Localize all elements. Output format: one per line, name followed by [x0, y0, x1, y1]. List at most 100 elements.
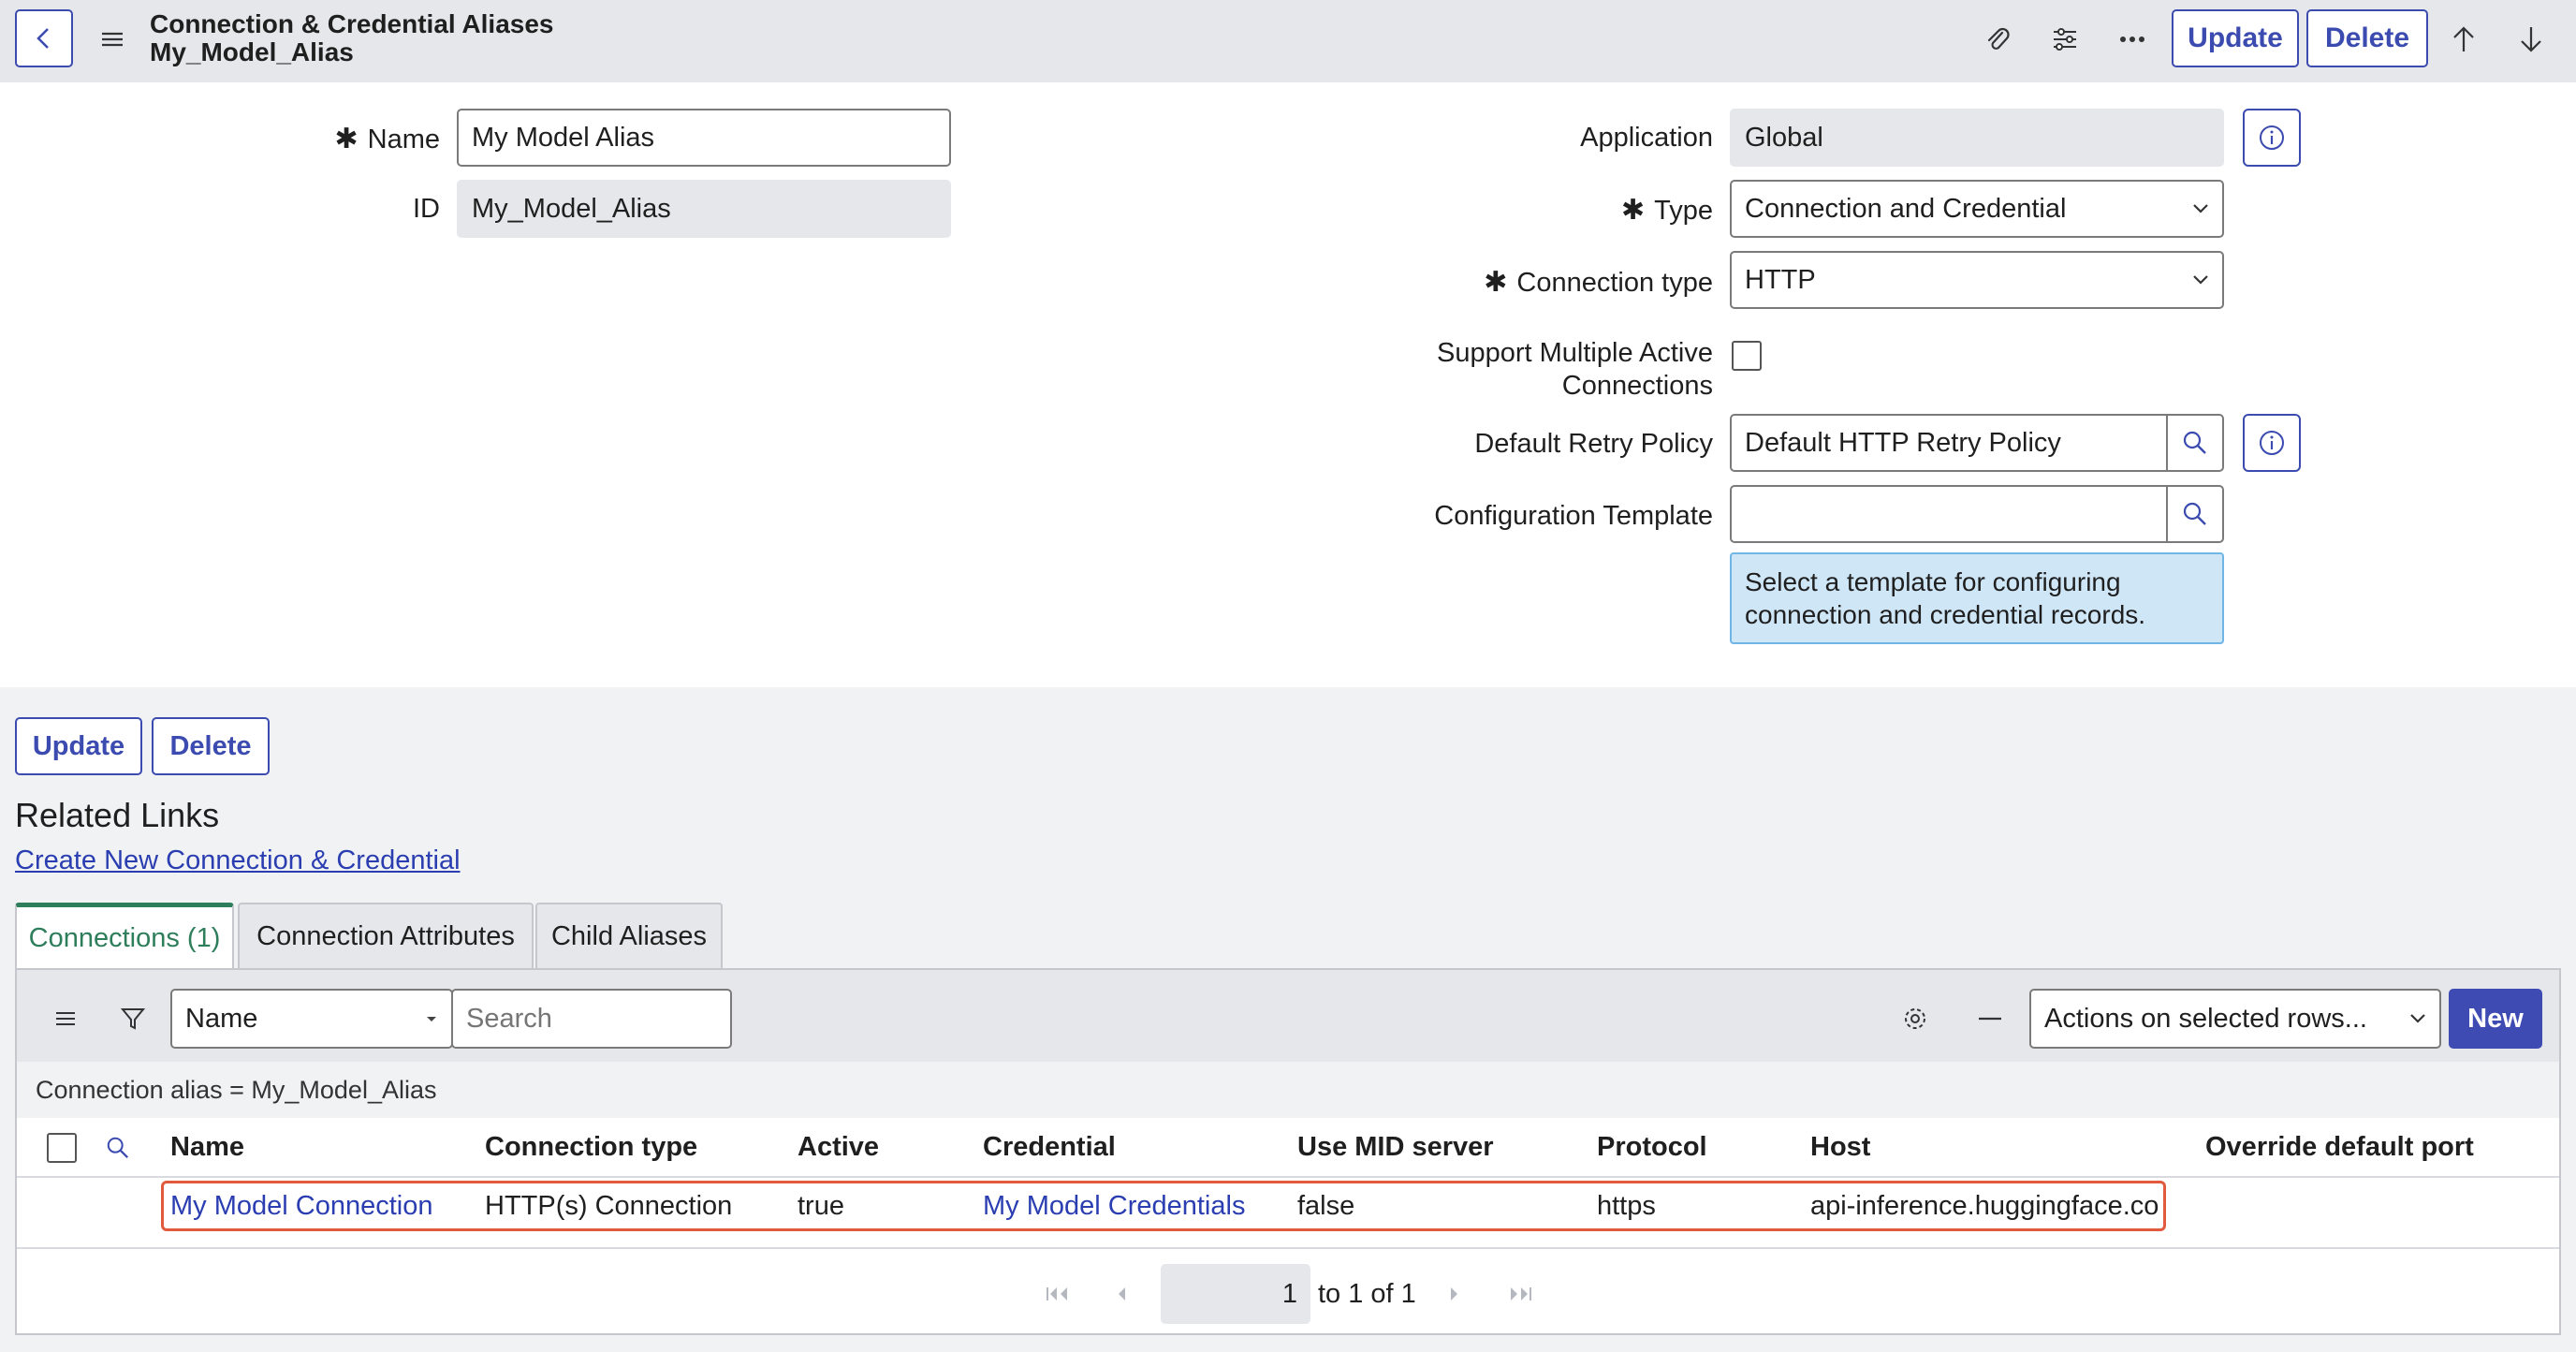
page-title: Connection & Credential Aliases	[150, 9, 554, 38]
tab-connection-attributes[interactable]: Connection Attributes	[238, 903, 534, 968]
column-header-override-port[interactable]: Override default port	[2205, 1132, 2474, 1163]
id-label: ID	[413, 194, 440, 224]
search-input[interactable]	[451, 989, 732, 1049]
connection-type-select[interactable]: HTTP	[1730, 251, 2224, 309]
column-header-connection-type[interactable]: Connection type	[485, 1132, 697, 1163]
collapse-list-button[interactable]	[1971, 1000, 2009, 1037]
retry-policy-info-button[interactable]	[2243, 414, 2301, 472]
record-subtitle: My_Model_Alias	[150, 37, 354, 66]
row-protocol: https	[1597, 1191, 1656, 1221]
application-field: Global	[1730, 109, 2224, 167]
name-field[interactable]: My Model Alias	[457, 109, 951, 167]
pagination-range-text: to 1 of 1	[1318, 1279, 1416, 1309]
update-button[interactable]: Update	[15, 717, 142, 775]
support-multiple-checkbox[interactable]	[1732, 341, 1762, 371]
type-select-value: Connection and Credential	[1745, 193, 2067, 224]
last-page-button[interactable]	[1501, 1277, 1539, 1311]
chevron-right-icon	[1448, 1286, 1461, 1302]
required-asterisk-icon: ✱	[334, 124, 359, 154]
chevron-left-icon	[1115, 1286, 1128, 1302]
config-template-field[interactable]	[1730, 485, 2166, 543]
row-name-link[interactable]: My Model Connection	[170, 1191, 432, 1222]
connection-type-label: ✱ Connection type	[1484, 267, 1713, 298]
required-asterisk-icon: ✱	[1620, 195, 1646, 226]
chevron-down-icon	[2409, 1013, 2426, 1024]
more-options-button[interactable]	[2112, 19, 2153, 60]
create-connection-link[interactable]: Create New Connection & Credential	[15, 845, 461, 876]
minus-icon	[1978, 1017, 2002, 1021]
column-header-protocol[interactable]: Protocol	[1597, 1132, 1707, 1163]
paperclip-icon	[1983, 25, 2012, 53]
menu-button[interactable]	[94, 21, 131, 58]
update-button-header[interactable]: Update	[2172, 9, 2299, 67]
double-chevron-left-icon	[1045, 1286, 1071, 1302]
config-template-label: Configuration Template	[1434, 501, 1713, 531]
list-settings-button[interactable]	[1896, 1000, 1934, 1037]
page-number-input[interactable]: 1	[1161, 1264, 1310, 1324]
tab-child-aliases[interactable]: Child Aliases	[535, 903, 723, 968]
funnel-icon	[120, 1006, 146, 1032]
retry-policy-lookup-button[interactable]	[2166, 414, 2224, 472]
previous-record-button[interactable]	[2443, 19, 2484, 60]
caret-down-icon	[425, 1014, 438, 1023]
select-all-checkbox[interactable]	[47, 1133, 77, 1163]
gear-icon	[1901, 1005, 1929, 1033]
filter-button[interactable]	[114, 1000, 152, 1037]
search-field-select-value: Name	[185, 1003, 258, 1034]
support-multiple-label: Support Multiple Active Connections	[1437, 338, 1713, 401]
new-button[interactable]: New	[2449, 989, 2542, 1049]
double-chevron-right-icon	[1507, 1286, 1533, 1302]
row-active: true	[798, 1191, 844, 1221]
info-icon	[2258, 429, 2286, 457]
ellipsis-icon	[2119, 36, 2145, 43]
previous-page-button[interactable]	[1105, 1277, 1138, 1311]
type-select[interactable]: Connection and Credential	[1730, 180, 2224, 238]
row-host: api-inference.huggingface.co	[1810, 1191, 2159, 1221]
first-page-button[interactable]	[1039, 1277, 1076, 1311]
column-header-use-mid-server[interactable]: Use MID server	[1297, 1132, 1494, 1163]
column-search-button[interactable]	[101, 1131, 135, 1165]
id-field: My_Model_Alias	[457, 180, 951, 238]
delete-button[interactable]: Delete	[152, 717, 270, 775]
column-header-name[interactable]: Name	[170, 1132, 244, 1163]
application-info-button[interactable]	[2243, 109, 2301, 167]
info-icon	[2258, 124, 2286, 152]
next-record-button[interactable]	[2510, 19, 2552, 60]
config-template-lookup-button[interactable]	[2166, 485, 2224, 543]
row-credential-link[interactable]: My Model Credentials	[983, 1191, 1245, 1222]
row-connection-type: HTTP(s) Connection	[485, 1191, 733, 1221]
table-header-row	[17, 1118, 2559, 1178]
hamburger-icon	[100, 29, 124, 50]
search-field-select[interactable]: Name	[170, 989, 453, 1049]
search-icon	[106, 1136, 130, 1160]
name-label: ✱ Name	[334, 124, 441, 154]
config-template-hint: Select a template for configuring connec…	[1730, 552, 2224, 644]
chevron-down-icon	[2192, 274, 2209, 286]
tab-connections[interactable]: Connections (1)	[15, 903, 234, 970]
required-asterisk-icon: ✱	[1484, 267, 1508, 298]
application-label: Application	[1580, 123, 1713, 153]
search-icon	[2182, 430, 2208, 456]
column-header-host[interactable]: Host	[1810, 1132, 1870, 1163]
attachment-button[interactable]	[1977, 19, 2018, 60]
actions-select-value: Actions on selected rows...	[2044, 1003, 2367, 1034]
type-label: ✱ Type	[1620, 195, 1713, 226]
retry-policy-field[interactable]: Default HTTP Retry Policy	[1730, 414, 2166, 472]
sliders-icon	[2051, 25, 2079, 53]
filter-condition-breadcrumb[interactable]: Connection alias = My_Model_Alias	[17, 1062, 2559, 1118]
hamburger-icon	[54, 1009, 77, 1028]
column-header-active[interactable]: Active	[798, 1132, 879, 1163]
actions-select[interactable]: Actions on selected rows...	[2029, 989, 2441, 1049]
row-use-mid-server: false	[1297, 1191, 1355, 1221]
related-links-heading: Related Links	[15, 796, 220, 834]
arrow-up-icon	[2452, 25, 2476, 53]
delete-button-header[interactable]: Delete	[2306, 9, 2428, 67]
back-button[interactable]	[15, 9, 73, 67]
column-header-credential[interactable]: Credential	[983, 1132, 1116, 1163]
chevron-down-icon	[2192, 203, 2209, 214]
arrow-down-icon	[2519, 25, 2543, 53]
list-menu-button[interactable]	[47, 1000, 84, 1037]
next-page-button[interactable]	[1438, 1277, 1471, 1311]
connection-type-select-value: HTTP	[1745, 264, 1816, 295]
personalize-form-button[interactable]	[2044, 19, 2086, 60]
